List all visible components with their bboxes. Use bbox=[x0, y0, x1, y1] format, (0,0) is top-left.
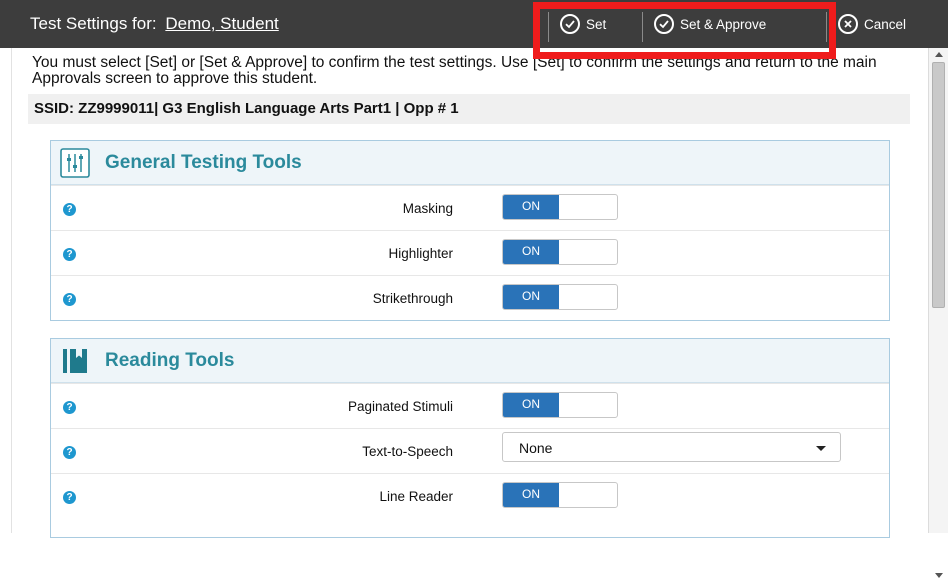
sliders-icon bbox=[59, 147, 91, 179]
scroll-down-arrow-icon[interactable] bbox=[935, 573, 943, 578]
instructions-text: You must select [Set] or [Set & Approve]… bbox=[32, 54, 877, 87]
setting-label: Highlighter bbox=[388, 246, 453, 261]
panel-title: Reading Tools bbox=[105, 349, 235, 371]
header-divider bbox=[548, 12, 549, 42]
highlighter-toggle[interactable]: ON bbox=[502, 239, 618, 265]
text-to-speech-select[interactable]: None bbox=[502, 432, 841, 462]
help-icon[interactable]: ? bbox=[63, 491, 76, 504]
panel-header: General Testing Tools bbox=[51, 141, 889, 185]
toggle-on-state: ON bbox=[503, 195, 559, 219]
setting-row-line-reader: ? Line Reader ON bbox=[51, 473, 889, 518]
help-icon[interactable]: ? bbox=[63, 248, 76, 261]
reading-tools-panel: Reading Tools ? Paginated Stimuli ON ? T… bbox=[50, 338, 890, 538]
cancel-button-label: Cancel bbox=[864, 16, 907, 32]
general-testing-tools-panel: General Testing Tools ? Masking ON ? Hig… bbox=[50, 140, 890, 321]
setting-row-strikethrough: ? Strikethrough ON bbox=[51, 275, 889, 320]
paginated-stimuli-toggle[interactable]: ON bbox=[502, 392, 618, 418]
scrollbar-thumb[interactable] bbox=[932, 62, 945, 308]
dialog-title: Test Settings for: Demo, Student bbox=[30, 14, 279, 34]
toggle-on-state: ON bbox=[503, 240, 559, 264]
cancel-button[interactable]: Cancel bbox=[838, 8, 906, 40]
check-circle-icon bbox=[560, 14, 580, 34]
setting-row-paginated-stimuli: ? Paginated Stimuli ON bbox=[51, 383, 889, 428]
setting-row-highlighter: ? Highlighter ON bbox=[51, 230, 889, 275]
vertical-scrollbar[interactable] bbox=[928, 48, 948, 578]
book-icon bbox=[59, 345, 91, 377]
title-prefix: Test Settings for: bbox=[30, 14, 157, 33]
left-edge bbox=[0, 48, 12, 533]
ssid-info: SSID: ZZ9999011| G3 English Language Art… bbox=[28, 94, 910, 124]
student-name-link[interactable]: Demo, Student bbox=[165, 14, 278, 33]
setting-label: Paginated Stimuli bbox=[347, 399, 453, 414]
dialog-header: Test Settings for: Demo, Student Set Set… bbox=[0, 0, 948, 48]
toggle-on-state: ON bbox=[503, 285, 559, 309]
toggle-on-state: ON bbox=[503, 483, 559, 507]
header-divider bbox=[826, 12, 827, 42]
header-divider bbox=[642, 12, 643, 42]
setting-label: Masking bbox=[402, 201, 453, 216]
setting-row-text-to-speech: ? Text-to-Speech None bbox=[51, 428, 889, 473]
close-circle-icon bbox=[838, 14, 858, 34]
strikethrough-toggle[interactable]: ON bbox=[502, 284, 618, 310]
check-circle-icon bbox=[654, 14, 674, 34]
help-icon[interactable]: ? bbox=[63, 203, 76, 216]
line-reader-toggle[interactable]: ON bbox=[502, 482, 618, 508]
caret-down-icon bbox=[816, 446, 826, 451]
panel-title: General Testing Tools bbox=[105, 151, 302, 173]
select-value: None bbox=[519, 440, 553, 456]
setting-label: Text-to-Speech bbox=[362, 444, 453, 459]
panel-header: Reading Tools bbox=[51, 339, 889, 383]
set-approve-button-label: Set & Approve bbox=[680, 16, 767, 32]
scroll-up-arrow-icon[interactable] bbox=[935, 52, 943, 57]
masking-toggle[interactable]: ON bbox=[502, 194, 618, 220]
set-approve-button[interactable]: Set & Approve bbox=[654, 8, 766, 40]
help-icon[interactable]: ? bbox=[63, 293, 76, 306]
help-icon[interactable]: ? bbox=[63, 401, 76, 414]
help-icon[interactable]: ? bbox=[63, 446, 76, 459]
set-button[interactable]: Set bbox=[560, 8, 606, 40]
setting-row-masking: ? Masking ON bbox=[51, 185, 889, 230]
setting-label: Line Reader bbox=[379, 489, 453, 504]
set-button-label: Set bbox=[586, 16, 607, 32]
setting-label: Strikethrough bbox=[372, 291, 453, 306]
toggle-on-state: ON bbox=[503, 393, 559, 417]
